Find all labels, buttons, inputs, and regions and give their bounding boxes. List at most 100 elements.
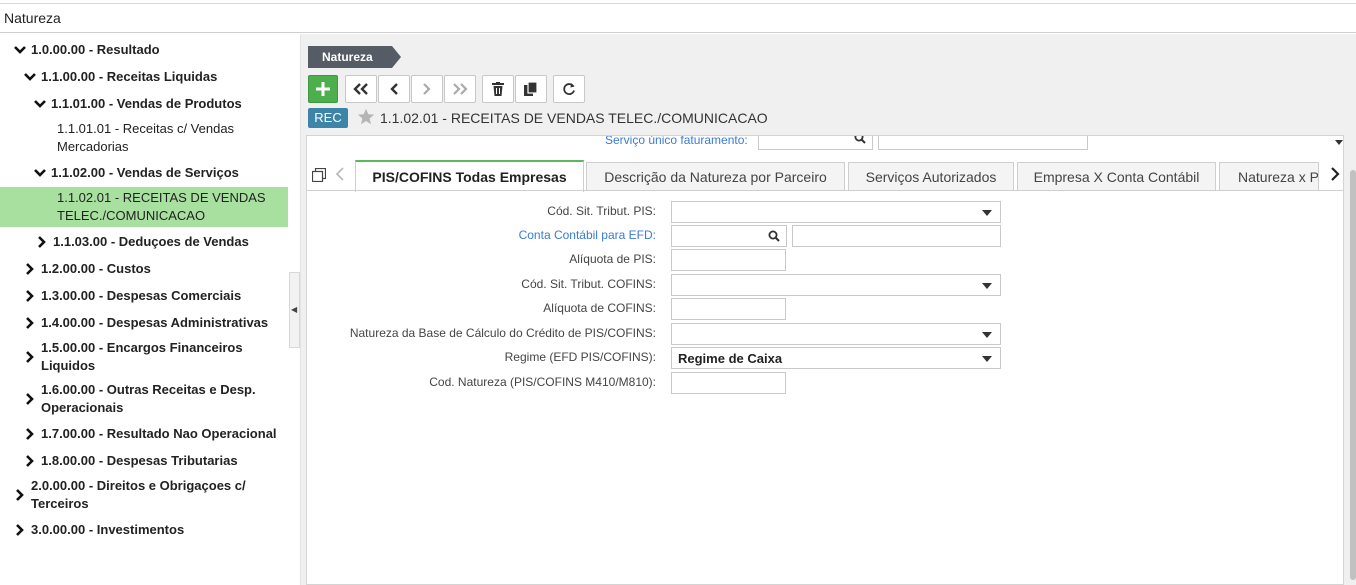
conta-efd-description[interactable]	[792, 225, 1001, 247]
tree-node-text: 3.0.00.00 - Investimentos	[31, 522, 185, 537]
chevron-down-icon[interactable]	[34, 95, 46, 113]
chevron-right-icon[interactable]	[24, 287, 36, 305]
tree-node[interactable]: 1.6.00.00 - Outras Receitas e Desp. Opera…	[0, 381, 288, 417]
cst-cofins-select[interactable]	[671, 274, 1001, 296]
tabs-bar: PIS/COFINS Todas Empresas Descrição da N…	[307, 160, 1343, 192]
tree-node-text: 1.8.00.00 - Despesas Tributarias	[41, 453, 238, 468]
collapse-arrow-icon: ◀	[291, 305, 298, 314]
tree-node[interactable]: 3.0.00.00 - Investimentos	[0, 521, 288, 539]
delete-icon	[492, 82, 504, 96]
prev-icon	[390, 83, 398, 95]
next-record-button[interactable]	[411, 75, 443, 103]
tree-node-label: 1.4.00.00 - Despesas Administrativas	[41, 314, 268, 332]
tree-node-text: 1.6.00.00 - Outras Receitas e Desp.	[41, 382, 256, 397]
regime-select[interactable]: Regime de Caixa	[671, 347, 1001, 369]
chevron-right-icon[interactable]	[36, 233, 48, 251]
tree-node[interactable]: 2.0.00.00 - Direitos e Obrigaçoes c/Terc…	[0, 477, 288, 513]
conta-efd-lookup[interactable]	[671, 225, 787, 247]
tree-node-text: 1.1.02.01 - RECEITAS DE VENDAS	[57, 190, 266, 205]
tree-node-label: 1.8.00.00 - Despesas Tributarias	[41, 452, 238, 470]
cod-nat-input[interactable]	[671, 372, 786, 394]
nat-base-select[interactable]	[671, 323, 1001, 345]
refresh-icon	[563, 83, 575, 95]
copy-icon	[524, 82, 538, 96]
row-cst-pis: Cód. Sit. Tribut. PIS:	[307, 201, 1343, 223]
row-cst-cofins: Cód. Sit. Tribut. COFINS:	[307, 274, 1343, 296]
tree-node-label: 1.1.01.00 - Vendas de Produtos	[51, 95, 242, 113]
window-title: Natureza	[4, 10, 61, 26]
chevron-right-icon[interactable]	[24, 260, 36, 278]
tree-node[interactable]: 1.4.00.00 - Despesas Administrativas	[0, 314, 288, 332]
tree-node-label: 1.1.03.00 - Deduçoes de Vendas	[53, 233, 249, 251]
chevron-right-icon[interactable]	[14, 521, 26, 539]
tab-pis-cofins[interactable]: PIS/COFINS Todas Empresas	[355, 160, 584, 192]
tree-node-text: 1.2.00.00 - Custos	[41, 261, 151, 276]
sidebar-tree: 1.0.00.00 - Resultado 1.1.00.00 - Receita…	[0, 34, 300, 585]
tree-node-text: 1.7.00.00 - Resultado Nao Operacional	[41, 426, 277, 441]
search-icon[interactable]	[768, 230, 780, 242]
tree-node-label: 1.1.02.00 - Vendas de Serviços	[51, 164, 239, 182]
chevron-right-icon[interactable]	[24, 348, 36, 366]
tree-node[interactable]: 1.0.00.00 - Resultado	[0, 41, 288, 59]
tree-node-label: 1.0.00.00 - Resultado	[31, 41, 160, 59]
aliq-pis-label: Alíquota de PIS:	[569, 252, 656, 266]
tab-servicos-autorizados[interactable]: Serviços Autorizados	[848, 162, 1014, 191]
chevron-down-icon[interactable]	[34, 164, 46, 182]
chevron-down-icon	[982, 210, 992, 216]
chevron-down-icon[interactable]	[24, 68, 36, 86]
ghost-field-label: Serviço único faturamento:	[605, 136, 748, 147]
sidebar-collapse-handle[interactable]: ◀	[289, 272, 300, 348]
next-icon	[423, 83, 431, 95]
cst-cofins-label: Cód. Sit. Tribut. COFINS:	[521, 277, 656, 291]
chevron-right-icon[interactable]	[24, 390, 36, 408]
tree-node[interactable]: 1.7.00.00 - Resultado Nao Operacional	[0, 425, 288, 443]
conta-efd-label[interactable]: Conta Contábil para EFD:	[519, 228, 656, 242]
ghost-description-field[interactable]	[878, 136, 1088, 150]
tree-node[interactable]: 1.2.00.00 - Custos	[0, 260, 288, 278]
add-icon	[316, 82, 330, 96]
chevron-right-icon[interactable]	[24, 314, 36, 332]
tree-node-text-line2: Terceiros	[31, 496, 89, 511]
tab-natureza-projeto[interactable]: Natureza x Projeto	[1219, 162, 1319, 191]
tab-scroll-left-icon[interactable]	[335, 166, 345, 182]
tree-node-text: 2.0.00.00 - Direitos e Obrigaçoes c/	[31, 478, 246, 493]
duplicate-button[interactable]	[515, 75, 547, 103]
scrollbar-thumb[interactable]	[1350, 170, 1356, 580]
tree-node-label: 1.1.00.00 - Receitas Liquidas	[41, 68, 217, 86]
aliq-pis-input[interactable]	[671, 249, 786, 271]
tree-node[interactable]: 1.3.00.00 - Despesas Comerciais	[0, 287, 288, 305]
ghost-lookup-field[interactable]	[758, 136, 873, 150]
last-record-button[interactable]	[444, 75, 476, 103]
tree-node[interactable]: 1.8.00.00 - Despesas Tributarias	[0, 452, 288, 470]
tree-node[interactable]: 1.1.01.00 - Vendas de Produtos	[0, 95, 288, 113]
aliq-cofins-input[interactable]	[671, 298, 786, 320]
tree-node[interactable]: 1.1.02.00 - Vendas de Serviços	[0, 164, 288, 182]
first-record-button[interactable]	[345, 75, 377, 103]
refresh-button[interactable]	[553, 75, 585, 103]
chevron-down-icon[interactable]	[14, 41, 26, 59]
tab-scroll-right-icon[interactable]	[1329, 166, 1341, 182]
chevron-right-icon[interactable]	[24, 425, 36, 443]
tree-node-label: 2.0.00.00 - Direitos e Obrigaçoes c/Terc…	[31, 477, 246, 513]
tab-empresa-conta[interactable]: Empresa X Conta Contábil	[1017, 162, 1216, 191]
regime-value: Regime de Caixa	[678, 351, 783, 366]
first-icon	[353, 83, 368, 95]
delete-button[interactable]	[482, 75, 514, 103]
tree-node[interactable]: 1.5.00.00 - Encargos Financeiros Liquidos	[0, 339, 288, 375]
cst-pis-select[interactable]	[671, 201, 1001, 223]
previous-record-button[interactable]	[378, 75, 410, 103]
tree-node[interactable]: 1.1.00.00 - Receitas Liquidas	[0, 68, 288, 86]
tree-node[interactable]: 1.1.02.01 - RECEITAS DE VENDAS TELEC./COM…	[0, 187, 288, 227]
tree-node[interactable]: 1.1.03.00 - Deduçoes de Vendas	[0, 233, 288, 251]
copy-tabs-icon[interactable]	[312, 168, 326, 182]
tree-node-label: 1.6.00.00 - Outras Receitas e Desp. Opera…	[41, 381, 256, 417]
tree-node-text-line2: Liquidos	[41, 358, 96, 373]
chevron-right-icon[interactable]	[24, 452, 36, 470]
chevron-right-icon[interactable]	[14, 486, 26, 504]
favorite-star-icon[interactable]	[357, 108, 375, 126]
tree-node[interactable]: 1.1.01.01 - Receitas c/ Vendas Mercadoria…	[0, 120, 288, 156]
tree-node-label: 1.2.00.00 - Custos	[41, 260, 151, 278]
add-button[interactable]	[308, 75, 338, 103]
tab-descricao-parceiro[interactable]: Descrição da Natureza por Parceiro	[586, 162, 845, 191]
scroll-up-arrow-icon[interactable]	[1335, 140, 1343, 145]
